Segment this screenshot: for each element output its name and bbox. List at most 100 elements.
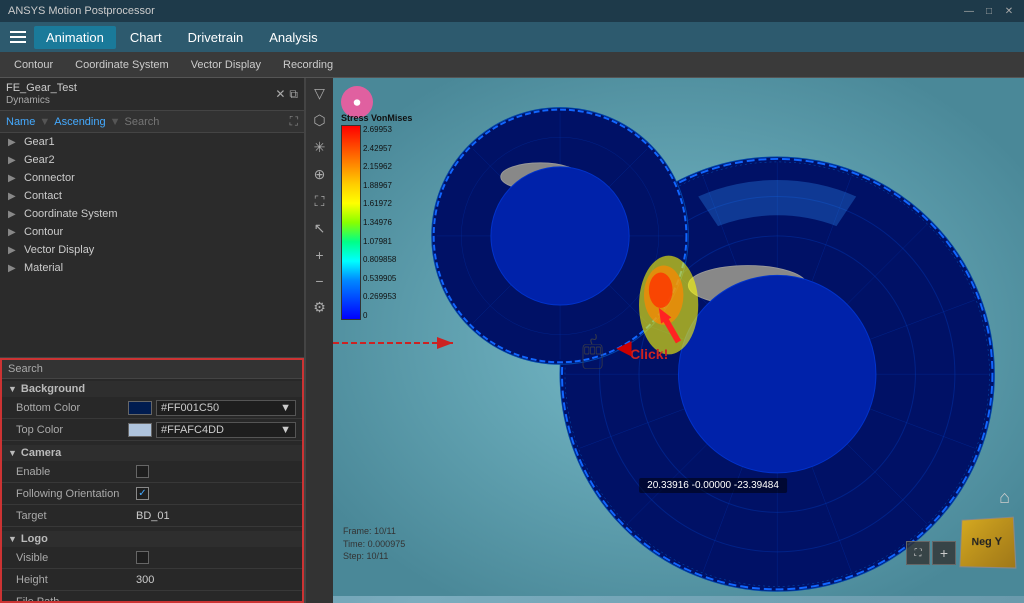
subtool-vector-display[interactable]: Vector Display	[181, 57, 271, 73]
enable-checkbox[interactable]	[136, 465, 149, 478]
expand-all-icon[interactable]: ⛶	[290, 114, 298, 129]
following-checkbox[interactable]: ✓	[136, 487, 149, 500]
filepath-label: File Path	[16, 596, 136, 603]
scale-value-2: 2.15962	[363, 162, 396, 171]
file-type: Dynamics	[6, 95, 77, 106]
viewport-expand-buttons: ⛶ +	[906, 541, 956, 565]
tree-label: Contact	[24, 190, 62, 202]
sort-ascending-label[interactable]: Ascending	[54, 116, 105, 128]
tree-label: Connector	[24, 172, 75, 184]
close-button[interactable]: ✕	[1002, 4, 1016, 18]
tree-item-vector-display[interactable]: ▶ Vector Display	[0, 241, 304, 259]
scale-value-9: 0.269953	[363, 292, 396, 301]
zoom-plus-button[interactable]: +	[932, 541, 956, 565]
logo-section-header[interactable]: ▼ Logo	[2, 531, 302, 547]
tree-label: Gear2	[24, 154, 55, 166]
minus-icon[interactable]: −	[312, 270, 326, 292]
chevron-icon: ▶	[8, 155, 20, 166]
click-label: Click!	[630, 346, 668, 362]
home-button[interactable]: ⌂	[999, 487, 1010, 508]
section-label: Logo	[21, 533, 48, 545]
bottom-color-label: Bottom Color	[16, 402, 128, 414]
bottom-color-swatch[interactable]	[128, 401, 152, 415]
file-name: FE_Gear_Test	[6, 82, 77, 94]
subtool-coordinate-system[interactable]: Coordinate System	[65, 57, 179, 73]
minimize-button[interactable]: —	[962, 4, 976, 18]
height-value: 300	[136, 574, 296, 586]
tree-label: Coordinate System	[24, 208, 118, 220]
app-title: ANSYS Motion Postprocessor	[8, 5, 155, 17]
filter-icon[interactable]: ▽	[311, 82, 328, 105]
enable-label: Enable	[16, 466, 136, 478]
viewport[interactable]: ⏺ Stress VonMises 2.69953 2.42957 2.1596…	[333, 78, 1024, 603]
hamburger-menu[interactable]	[4, 23, 32, 51]
tree-search-input[interactable]	[125, 116, 286, 128]
menu-bar: Animation Chart Drivetrain Analysis	[0, 22, 1024, 52]
menu-chart[interactable]: Chart	[118, 26, 174, 49]
background-section: ▼ Background Bottom Color #FF001C50 ▼ To…	[2, 379, 302, 443]
tree-section: FE_Gear_Test Dynamics ✕ ⧉ Name ▼ Ascendi…	[0, 78, 304, 358]
expand-button[interactable]: ⛶	[906, 541, 930, 565]
tree-item-gear1[interactable]: ▶ Gear1	[0, 133, 304, 151]
chevron-icon: ▶	[8, 137, 20, 148]
sort-name-label[interactable]: Name	[6, 116, 35, 128]
close-file-icon[interactable]: ✕	[275, 87, 285, 102]
nav-cube[interactable]: Neg Y	[959, 517, 1014, 567]
target-label: Target	[16, 510, 136, 522]
bottom-color-text: #FF001C50	[161, 402, 219, 414]
tree-item-contour[interactable]: ▶ Contour	[0, 223, 304, 241]
sub-toolbar: Contour Coordinate System Vector Display…	[0, 52, 1024, 78]
settings-icon[interactable]: ⚙	[310, 296, 329, 319]
visible-row: Visible	[2, 547, 302, 569]
viewport-info: Frame: 10/11 Time: 0.000975 Step: 10/11	[343, 525, 405, 563]
background-section-header[interactable]: ▼ Background	[2, 381, 302, 397]
chevron-icon: ▶	[8, 227, 20, 238]
dropdown-arrow-icon: ▼	[280, 402, 291, 414]
top-color-swatch[interactable]	[128, 423, 152, 437]
maximize-button[interactable]: □	[982, 4, 996, 18]
tree-item-connector[interactable]: ▶ Connector	[0, 169, 304, 187]
menu-analysis[interactable]: Analysis	[257, 26, 329, 49]
record-icon: ⏺	[354, 94, 361, 111]
plus-icon[interactable]: +	[312, 244, 326, 266]
visible-checkbox[interactable]	[136, 551, 149, 564]
arrow-icon[interactable]: ↖	[311, 217, 329, 240]
scale-value-4: 1.61972	[363, 199, 396, 208]
bottom-color-dropdown[interactable]: #FF001C50 ▼	[156, 400, 296, 416]
top-color-text: #FFAFC4DD	[161, 424, 224, 436]
scale-value-7: 0.809858	[363, 255, 396, 264]
top-color-dropdown[interactable]: #FFAFC4DD ▼	[156, 422, 296, 438]
panel-icons: ✕ ⧉	[275, 87, 298, 102]
height-text: 300	[136, 574, 154, 586]
cube-icon[interactable]: ⬡	[310, 109, 328, 132]
tree-label: Vector Display	[24, 244, 94, 256]
tree-item-material[interactable]: ▶ Material	[0, 259, 304, 277]
target-icon[interactable]: ⊕	[311, 163, 329, 186]
tree-area: ▶ Gear1 ▶ Gear2 ▶ Connector ▶ Contact ▶	[0, 133, 304, 357]
camera-section-header[interactable]: ▼ Camera	[2, 445, 302, 461]
subtool-recording[interactable]: Recording	[273, 57, 343, 73]
mouse-icon: 🖱	[582, 330, 604, 373]
bottom-color-value: #FF001C50 ▼	[128, 400, 296, 416]
logo-section: ▼ Logo Visible Height 300 File Path	[2, 529, 302, 603]
scale-title: Stress VonMises	[341, 113, 431, 123]
subtool-contour[interactable]: Contour	[4, 57, 63, 73]
bottom-color-row: Bottom Color #FF001C50 ▼	[2, 397, 302, 419]
section-label: Background	[21, 383, 85, 395]
nav-cube-face: Neg Y	[959, 517, 1016, 569]
asterisk-icon[interactable]: ✳	[311, 136, 329, 159]
tree-item-contact[interactable]: ▶ Contact	[0, 187, 304, 205]
scale-value-6: 1.07981	[363, 237, 396, 246]
frame-info: Frame: 10/11	[343, 525, 405, 538]
menu-drivetrain[interactable]: Drivetrain	[176, 26, 256, 49]
visible-label: Visible	[16, 552, 136, 564]
title-bar: ANSYS Motion Postprocessor — □ ✕	[0, 0, 1024, 22]
tree-item-coordinate-system[interactable]: ▶ Coordinate System	[0, 205, 304, 223]
tree-label: Contour	[24, 226, 63, 238]
scale-value-1: 2.42957	[363, 144, 396, 153]
expand2-icon[interactable]: ⛶	[312, 190, 328, 213]
tree-item-gear2[interactable]: ▶ Gear2	[0, 151, 304, 169]
copy-icon[interactable]: ⧉	[289, 87, 298, 102]
step-info: Step: 10/11	[343, 550, 405, 563]
menu-animation[interactable]: Animation	[34, 26, 116, 49]
